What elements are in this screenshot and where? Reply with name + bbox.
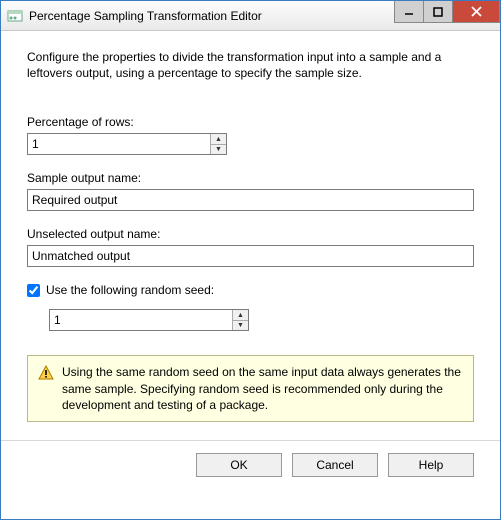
window-controls [395, 1, 500, 23]
button-row: OK Cancel Help [1, 440, 500, 477]
info-box: Using the same random seed on the same i… [27, 355, 474, 422]
cancel-button[interactable]: Cancel [292, 453, 378, 477]
sample-output-input[interactable] [27, 189, 474, 211]
seed-checkbox[interactable] [27, 284, 40, 297]
close-button[interactable] [452, 1, 500, 23]
warning-icon [38, 365, 54, 381]
info-text: Using the same random seed on the same i… [62, 364, 463, 413]
sample-output-label: Sample output name: [27, 171, 474, 185]
seed-down-icon[interactable]: ▼ [233, 321, 248, 331]
unselected-output-input[interactable] [27, 245, 474, 267]
seed-input[interactable] [50, 310, 232, 330]
description-text: Configure the properties to divide the t… [27, 49, 474, 81]
help-button[interactable]: Help [388, 453, 474, 477]
percentage-label: Percentage of rows: [27, 115, 474, 129]
seed-checkbox-label: Use the following random seed: [46, 283, 214, 297]
seed-spinner[interactable]: ▲ ▼ [49, 309, 249, 331]
ok-button[interactable]: OK [196, 453, 282, 477]
percentage-input[interactable] [28, 134, 210, 154]
titlebar: Percentage Sampling Transformation Edito… [1, 1, 500, 31]
seed-up-icon[interactable]: ▲ [233, 310, 248, 321]
dialog-content: Configure the properties to divide the t… [1, 31, 500, 491]
maximize-button[interactable] [423, 1, 453, 23]
percentage-spinner[interactable]: ▲ ▼ [27, 133, 227, 155]
app-icon [7, 8, 23, 24]
unselected-output-label: Unselected output name: [27, 227, 474, 241]
percentage-up-icon[interactable]: ▲ [211, 134, 226, 145]
percentage-down-icon[interactable]: ▼ [211, 145, 226, 155]
minimize-button[interactable] [394, 1, 424, 23]
